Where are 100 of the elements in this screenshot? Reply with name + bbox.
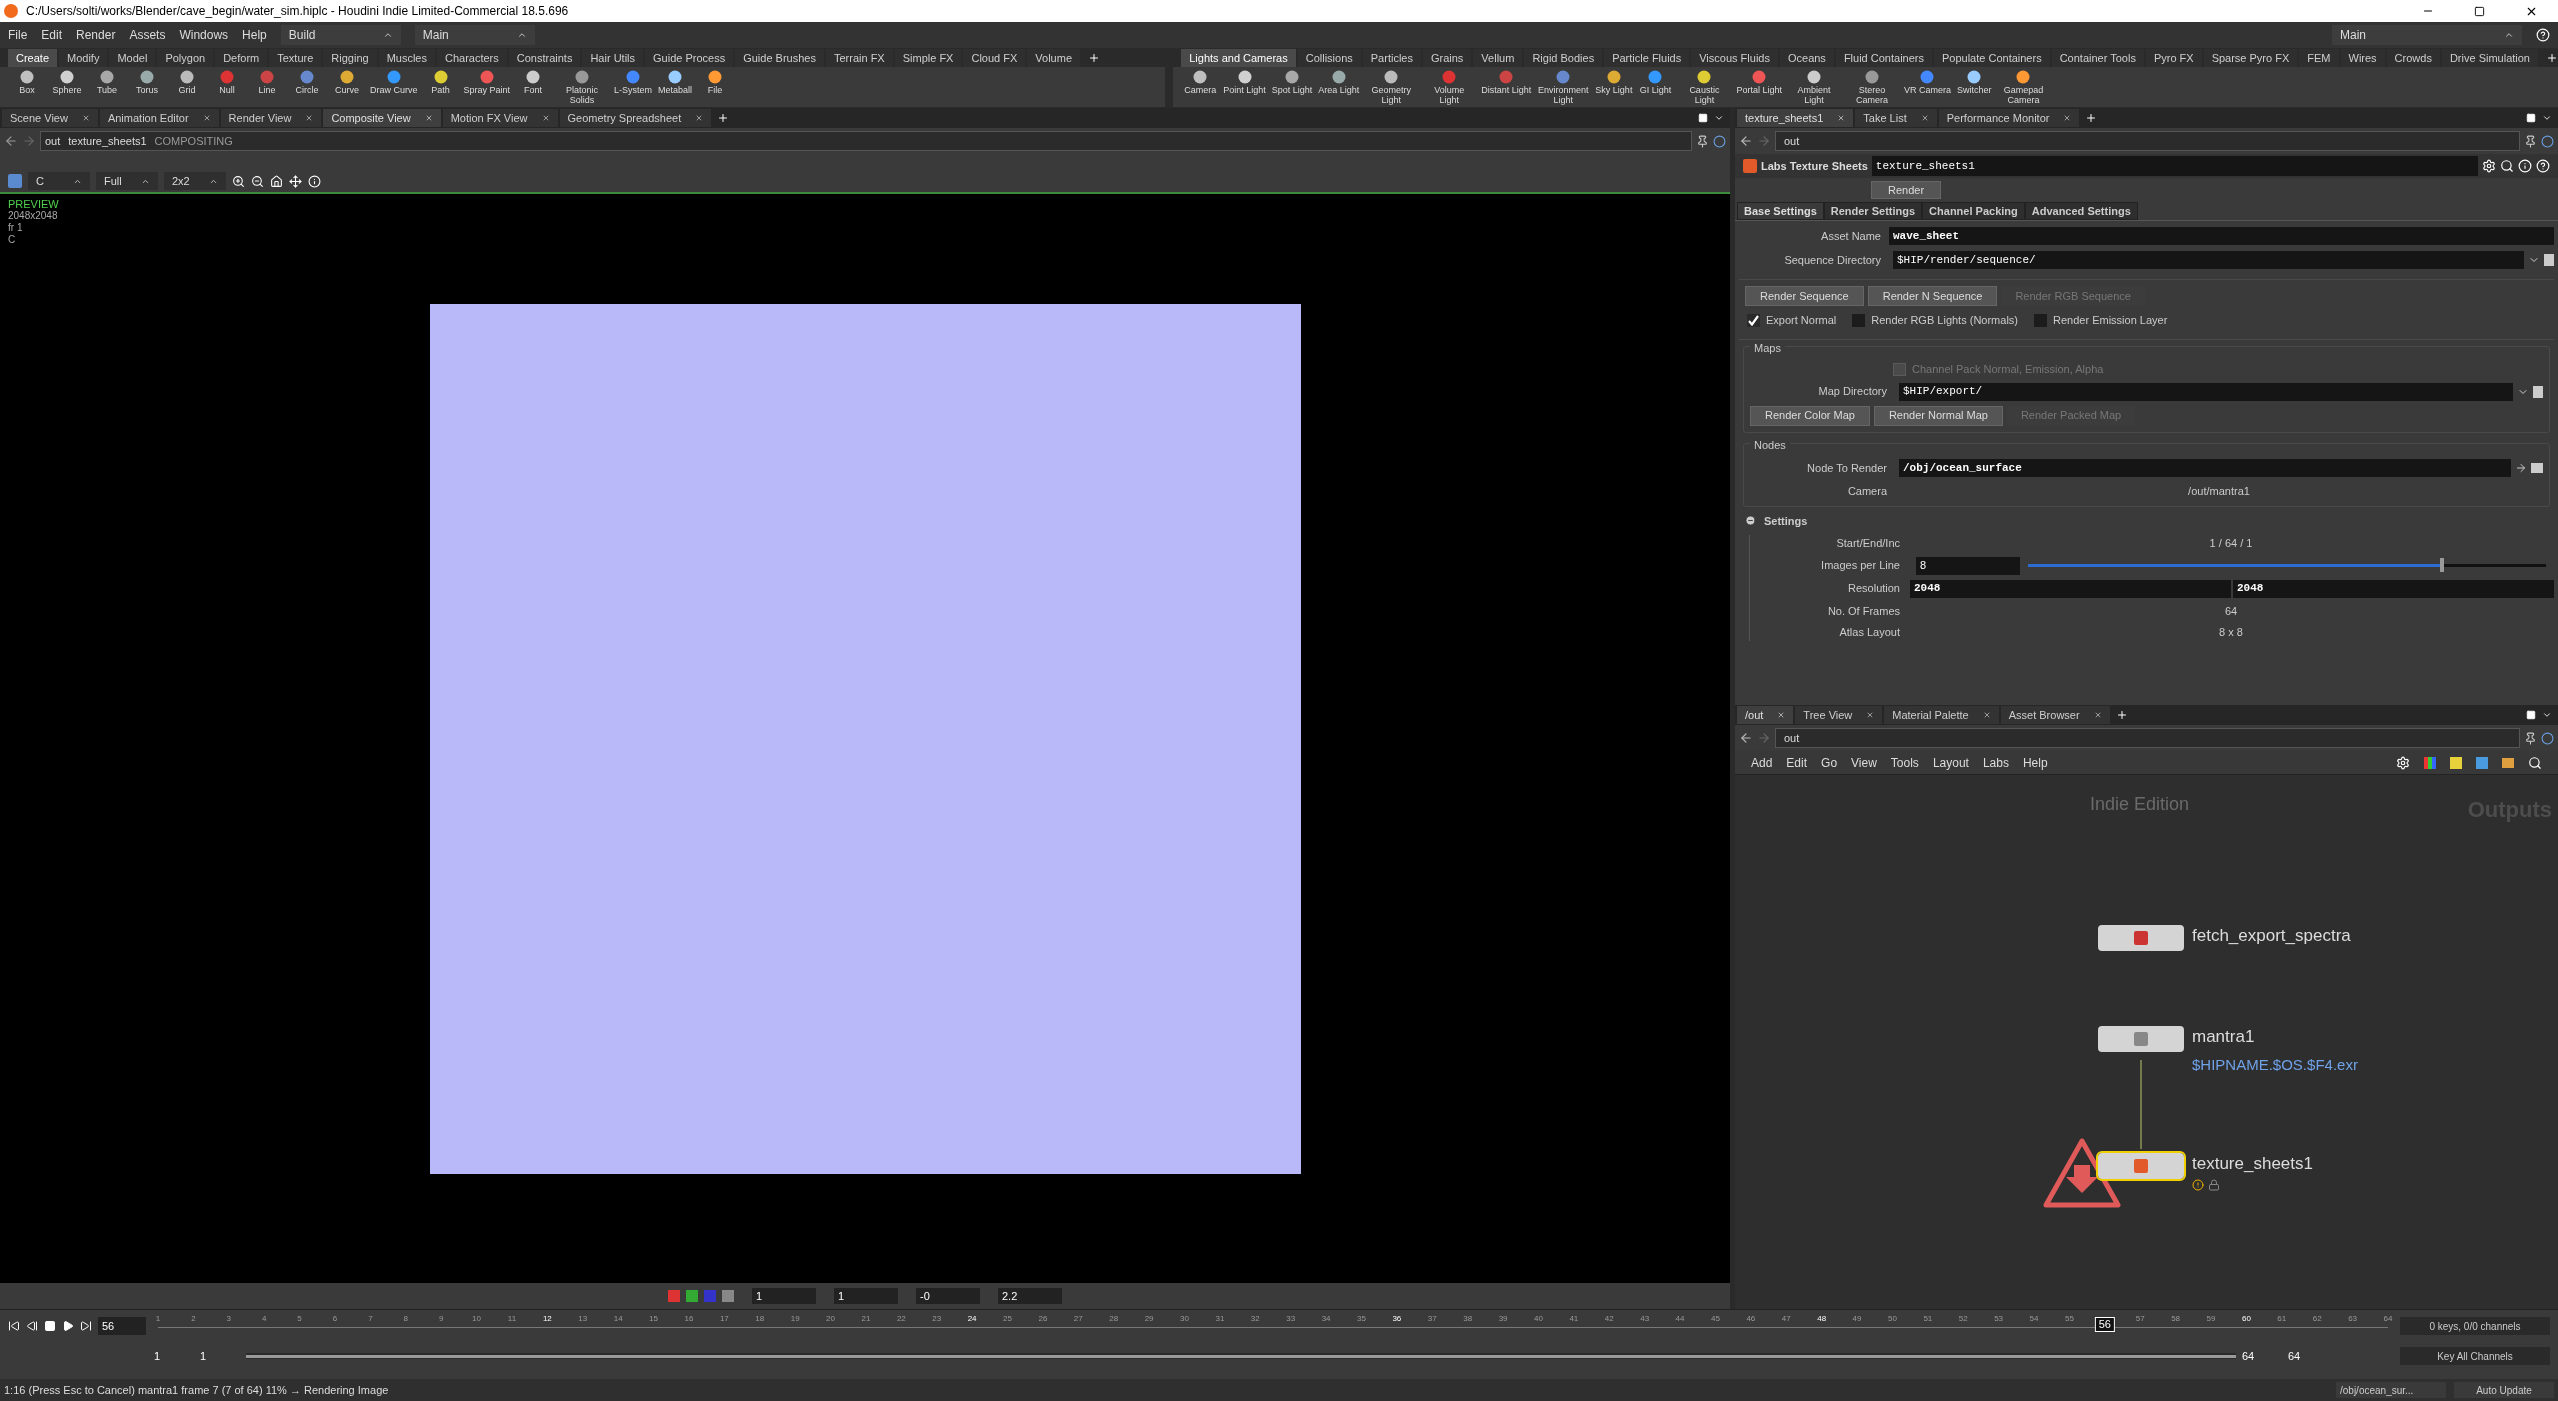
path-field[interactable]: out texture_sheets1 COMPOSITING: [40, 131, 1692, 151]
tab[interactable]: Particle Fluids: [1604, 49, 1690, 67]
add-tab-icon[interactable]: [2115, 709, 2128, 721]
tab[interactable]: Volume: [1027, 49, 1080, 67]
path-field[interactable]: out: [1775, 131, 2520, 151]
tab[interactable]: Particles: [1362, 49, 1421, 67]
tab[interactable]: Lights and Cameras: [1181, 49, 1296, 67]
pane-tab[interactable]: Scene View: [2, 109, 98, 127]
text-field[interactable]: 2048: [1910, 579, 2231, 598]
menu-item[interactable]: Go: [1821, 753, 1838, 772]
pane-menu-icon[interactable]: [2526, 710, 2536, 720]
stop-icon[interactable]: [44, 1320, 56, 1332]
channel-toggle[interactable]: [722, 1290, 734, 1302]
node-tile[interactable]: [2098, 1026, 2184, 1052]
tools-icon[interactable]: [2396, 755, 2410, 770]
back-icon[interactable]: [4, 134, 18, 148]
viewer-dropdown[interactable]: Full: [96, 172, 158, 190]
add-shelf-icon[interactable]: [1088, 52, 1100, 64]
pane-menu-icon[interactable]: [2526, 113, 2536, 123]
menu-item[interactable]: Render: [76, 26, 116, 44]
tab[interactable]: Terrain FX: [825, 49, 893, 67]
collapse-icon[interactable]: [1745, 515, 1756, 527]
viewer-dropdown[interactable]: 2x2: [164, 172, 226, 190]
caret-icon[interactable]: [2542, 113, 2552, 123]
shelf-tool[interactable]: Environment Light: [1535, 69, 1592, 105]
tab[interactable]: Container Tools: [2051, 49, 2144, 67]
shelf-tool[interactable]: Curve: [328, 69, 366, 95]
shelf-tool[interactable]: Sphere: [48, 69, 86, 95]
shelf-tool[interactable]: Volume Light: [1421, 69, 1478, 105]
pane-menu-icon[interactable]: [1698, 113, 1708, 123]
tab[interactable]: Guide Process: [645, 49, 734, 67]
tab[interactable]: FEM: [2299, 49, 2339, 67]
tab[interactable]: Rigging: [323, 49, 377, 67]
add-tab-icon[interactable]: [2085, 112, 2098, 124]
menu-item[interactable]: View: [1851, 753, 1877, 772]
tab[interactable]: Constraints: [508, 49, 581, 67]
maximize-icon[interactable]: [2474, 5, 2485, 17]
pan-icon[interactable]: [289, 174, 302, 188]
viewer-dropdown[interactable]: C: [28, 172, 90, 190]
range-field[interactable]: 64: [2242, 1347, 2282, 1365]
pane-tab[interactable]: Render View: [220, 109, 322, 127]
pane-tab[interactable]: Motion FX View: [442, 109, 558, 127]
tab[interactable]: Fluid Containers: [1835, 49, 1932, 67]
tab[interactable]: Viscous Fluids: [1691, 49, 1778, 67]
range-field[interactable]: 64: [2288, 1347, 2328, 1365]
shelf-tool[interactable]: Null: [208, 69, 246, 95]
range-slider[interactable]: [246, 1354, 2236, 1358]
pane-tab[interactable]: Asset Browser: [2000, 706, 2110, 724]
pin-icon[interactable]: [2524, 731, 2537, 745]
param-tab[interactable]: Base Settings: [1737, 202, 1824, 220]
pane-tab[interactable]: Performance Monitor: [1938, 109, 2080, 127]
tab[interactable]: Hair Utils: [582, 49, 644, 67]
step-back-icon[interactable]: [26, 1320, 38, 1332]
param-tab[interactable]: Render Settings: [1823, 202, 1923, 220]
menu-item[interactable]: Assets: [129, 26, 166, 44]
pane-tab[interactable]: /out: [1737, 706, 1794, 724]
image-icon[interactable]: [2476, 756, 2488, 769]
shelf-tool[interactable]: Portal Light: [1734, 69, 1784, 95]
tab[interactable]: Crowds: [2386, 49, 2440, 67]
pane-tab[interactable]: Material Palette: [1884, 706, 1999, 724]
path-crumb[interactable]: texture_sheets1: [68, 132, 147, 150]
tab[interactable]: Polygon: [157, 49, 214, 67]
viewer-field[interactable]: 1: [834, 1288, 898, 1304]
param-button[interactable]: Render Sequence: [1745, 286, 1864, 306]
tab[interactable]: Grains: [1422, 49, 1472, 67]
shelf-tool[interactable]: GI Light: [1636, 69, 1675, 95]
shelf-tool[interactable]: Area Light: [1316, 69, 1362, 95]
pane-tab[interactable]: Geometry Spreadsheet: [559, 109, 712, 127]
frame-field[interactable]: 56: [98, 1317, 146, 1335]
info-icon[interactable]: [308, 174, 321, 188]
shelf-tool[interactable]: L-System: [612, 69, 655, 95]
shelf-tool[interactable]: Ambient Light: [1785, 69, 1842, 105]
node-name-field[interactable]: texture_sheets1: [1871, 156, 2478, 176]
shelf-tool[interactable]: Gamepad Camera: [1995, 69, 2052, 105]
channel-toggle[interactable]: [686, 1290, 698, 1302]
slider-handle[interactable]: [2440, 558, 2445, 572]
param-button[interactable]: Render Normal Map: [1873, 405, 2003, 426]
tab[interactable]: Cloud FX: [963, 49, 1026, 67]
box-icon[interactable]: [2502, 757, 2514, 768]
grid-icon[interactable]: [2424, 756, 2436, 769]
search-icon[interactable]: [2500, 159, 2514, 173]
tab[interactable]: Rigid Bodies: [1524, 49, 1603, 67]
text-field[interactable]: 2048: [2233, 579, 2554, 598]
tab[interactable]: Simple FX: [894, 49, 962, 67]
current-frame-marker[interactable]: 56: [2094, 1317, 2115, 1332]
render-button[interactable]: Render: [1871, 181, 1942, 199]
checkbox[interactable]: [1747, 313, 1760, 327]
back-icon[interactable]: [1739, 731, 1753, 745]
jump-icon[interactable]: [2515, 462, 2527, 474]
status-path-dropdown[interactable]: /obj/ocean_sur...: [2336, 1382, 2446, 1398]
tab[interactable]: Oceans: [1779, 49, 1834, 67]
zoom-in-icon[interactable]: [232, 174, 245, 188]
caret-icon[interactable]: [1714, 113, 1724, 123]
back-icon[interactable]: [1739, 134, 1753, 148]
shelf-tool[interactable]: Draw Curve: [368, 69, 420, 95]
viewer-field[interactable]: -0: [916, 1288, 980, 1304]
link-icon[interactable]: [2541, 731, 2554, 745]
menu-item[interactable]: Layout: [1932, 753, 1969, 772]
pin-icon[interactable]: [1696, 134, 1709, 148]
tab[interactable]: Modify: [59, 49, 108, 67]
